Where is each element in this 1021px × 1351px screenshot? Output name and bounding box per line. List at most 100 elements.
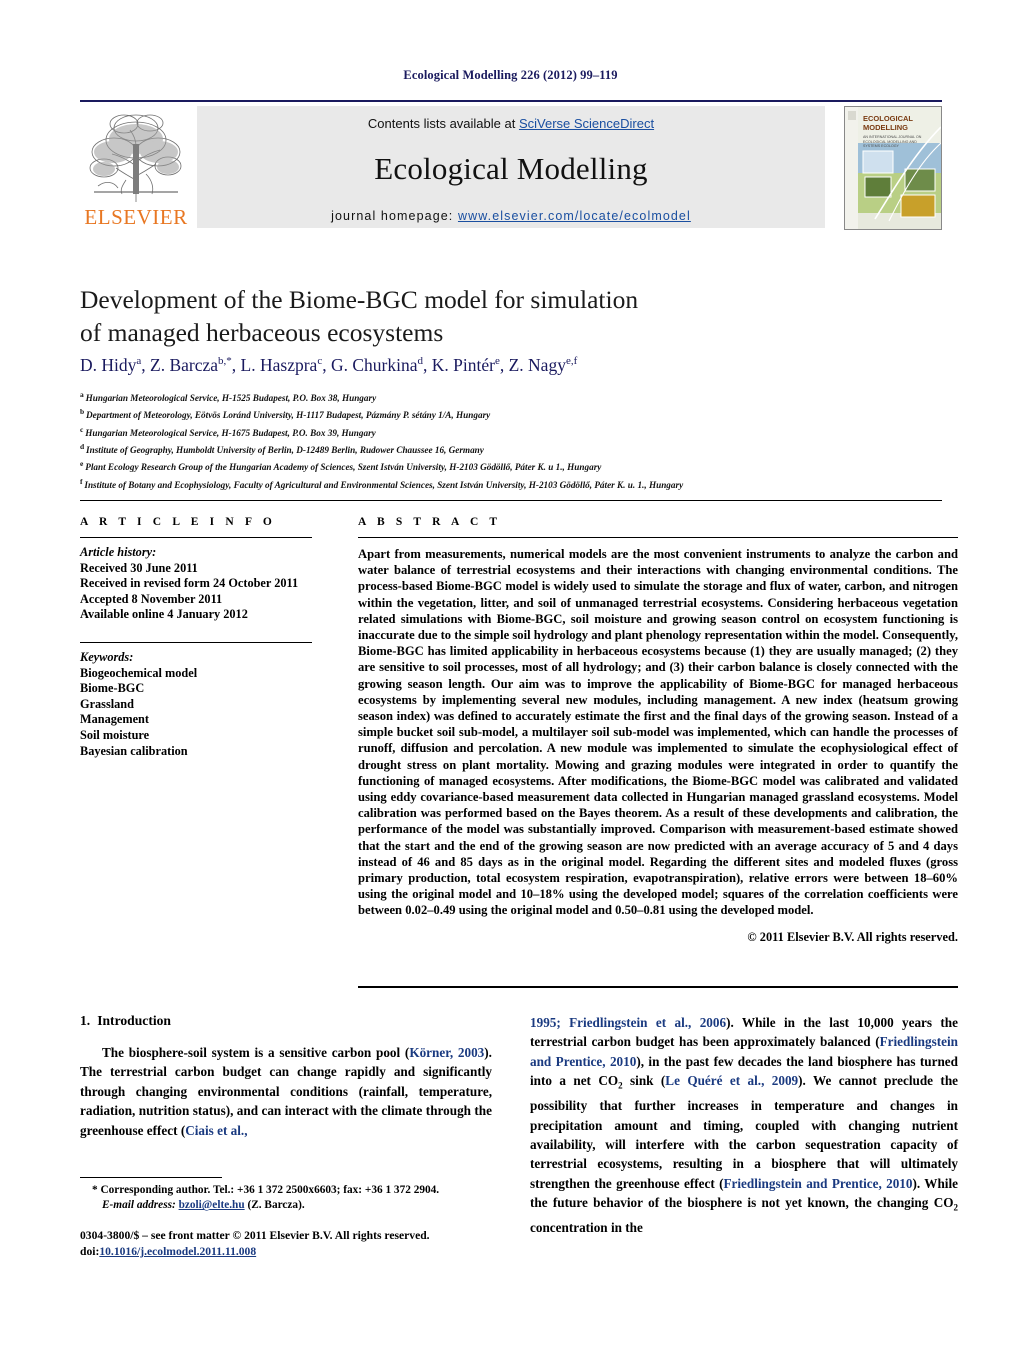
author-name: G. Churkina: [330, 355, 418, 375]
author-name: Z. Barcza: [150, 355, 219, 375]
author-name: L. Haszpra: [240, 355, 318, 375]
article-history: Article history: Received 30 June 2011 Re…: [80, 545, 312, 623]
email-owner: (Z. Barcza).: [247, 1199, 305, 1212]
affiliation-text: Institute of Geography, Humboldt Univers…: [86, 445, 484, 456]
author-1[interactable]: D. Hidya: [80, 355, 141, 375]
doi-line: doi:10.1016/j.ecolmodel.2011.11.008: [80, 1244, 520, 1260]
abstract-rule: [358, 537, 958, 538]
article-info-rule-1: [80, 537, 312, 538]
article-history-item: Received in revised form 24 October 2011: [80, 576, 299, 591]
co2-subscript-2: 2: [953, 1202, 959, 1213]
affiliation-a: a Hungarian Meteorological Service, H-15…: [80, 388, 960, 405]
journal-banner: ELSEVIER Contents lists available at Sci…: [80, 104, 942, 230]
author-2[interactable]: Z. Barczab,*: [150, 355, 232, 375]
author-name: Z. Nagy: [508, 355, 566, 375]
author-affiliation-marker: b,*: [218, 355, 232, 368]
author-name: D. Hidy: [80, 355, 137, 375]
homepage-prefix: journal homepage:: [331, 209, 458, 223]
body-column-left: 1. Introduction The biosphere-soil system…: [80, 1013, 492, 1140]
abstract-block: A B S T R A C T Apart from measurements,…: [358, 516, 958, 945]
citation-friedlingstein-2006[interactable]: 1995; Friedlingstein et al., 2006: [530, 1015, 726, 1030]
contents-available-line: Contents lists available at SciVerse Sci…: [368, 116, 654, 131]
intro-text-1: The biosphere-soil system is a sensitive…: [102, 1045, 410, 1060]
elsevier-logo: ELSEVIER: [80, 106, 192, 230]
paper-page: Ecological Modelling 226 (2012) 99–119 E…: [0, 0, 1021, 1351]
citation-korner-2003[interactable]: Körner, 2003: [409, 1045, 484, 1060]
affiliation-b: b Department of Meteorology, Eötvös Lorá…: [80, 405, 960, 422]
intro-paragraph-right: 1995; Friedlingstein et al., 2006). Whil…: [530, 1013, 958, 1238]
cover-subtitle: AN INTERNATIONAL JOURNAL ON ECOLOGICAL M…: [863, 135, 922, 149]
banner-top-rule: [80, 100, 942, 102]
banner-center: Contents lists available at SciVerse Sci…: [197, 106, 825, 228]
citation-friedlingstein-prentice-2010b[interactable]: Friedlingstein and Prentice, 2010: [723, 1176, 912, 1191]
doi-link[interactable]: 10.1016/j.ecolmodel.2011.11.008: [99, 1245, 256, 1258]
article-info-block: A R T I C L E I N F O Article history: R…: [80, 516, 312, 759]
issn-line: 0304-3800/$ – see front matter © 2011 El…: [80, 1229, 430, 1242]
section-number: 1.: [80, 1013, 91, 1028]
abstract-copyright: © 2011 Elsevier B.V. All rights reserved…: [747, 929, 958, 944]
article-history-label: Article history:: [80, 545, 157, 559]
keyword-item: Grassland: [80, 696, 134, 711]
author-3[interactable]: L. Haszprac: [241, 355, 323, 375]
affiliation-e: e Plant Ecology Research Group of the Hu…: [80, 457, 960, 474]
citation-le-quere-2009[interactable]: Le Quéré et al., 2009: [665, 1073, 798, 1088]
journal-homepage-link[interactable]: www.elsevier.com/locate/ecolmodel: [458, 209, 691, 223]
article-history-item: Received 30 June 2011: [80, 560, 198, 575]
citation-ciais[interactable]: Ciais et al.,: [185, 1123, 247, 1138]
email-label: E-mail address:: [102, 1199, 176, 1212]
corresponding-text: Corresponding author. Tel.: +36 1 372 25…: [100, 1184, 440, 1196]
page-title: Development of the Biome-BGC model for s…: [80, 283, 780, 349]
abstract-text: Apart from measurements, numerical model…: [358, 547, 958, 918]
footnote-rule: [80, 1177, 222, 1178]
article-info-rule-2: [80, 641, 312, 643]
affiliation-f: f Institute of Botany and Ecophysiology,…: [80, 475, 960, 492]
intro-paragraph-left: The biosphere-soil system is a sensitive…: [80, 1043, 492, 1140]
article-history-item: Accepted 8 November 2011: [80, 591, 223, 606]
keyword-items: Biogeochemical model Biome-BGC Grassland Ma…: [80, 666, 312, 760]
body-column-right: 1995; Friedlingstein et al., 2006). Whil…: [530, 1013, 958, 1238]
keyword-item: Biogeochemical model: [80, 665, 198, 680]
author-affiliation-marker: e,f: [565, 355, 578, 368]
sciencedirect-link[interactable]: SciVerse ScienceDirect: [519, 116, 654, 131]
author-affiliation-marker: d: [417, 355, 424, 368]
article-history-item: Available online 4 January 2012: [80, 607, 248, 622]
section-heading-introduction: 1. Introduction: [80, 1013, 492, 1029]
contents-prefix: Contents lists available at: [367, 116, 519, 131]
title-line-1: Development of the Biome-BGC model for s…: [80, 285, 639, 314]
author-affiliation-marker: a: [136, 355, 142, 368]
elsevier-wordmark: ELSEVIER: [84, 205, 188, 229]
doi-label: doi:: [80, 1245, 100, 1259]
abstract-heading: A B S T R A C T: [358, 516, 502, 528]
intro-text-6: ). We cannot preclude the possibility th…: [530, 1073, 959, 1191]
section-title: Introduction: [97, 1013, 171, 1028]
keyword-item: Soil moisture: [80, 727, 150, 742]
author-affiliation-marker: c: [317, 355, 323, 368]
email-link[interactable]: bzoli@elte.hu: [179, 1199, 245, 1211]
affiliation-d: d Institute of Geography, Humboldt Unive…: [80, 440, 960, 457]
affiliation-text: Department of Meteorology, Eötvös Loránd…: [86, 410, 491, 421]
cover-title: ECOLOGICAL MODELLING: [863, 114, 913, 132]
info-abstract-top-rule: [80, 500, 942, 501]
author-5[interactable]: K. Pintére: [432, 355, 500, 375]
intro-text-5: sink (: [622, 1073, 666, 1089]
affiliation-text: Institute of Botany and Ecophysiology, F…: [84, 479, 684, 490]
running-head: Ecological Modelling 226 (2012) 99–119: [403, 68, 618, 82]
author-affiliation-marker: e: [494, 355, 500, 368]
corresponding-author-note: * Corresponding author. Tel.: +36 1 372 …: [80, 1183, 492, 1214]
affiliation-list: a Hungarian Meteorological Service, H-15…: [80, 388, 960, 492]
keywords-label: Keywords:: [80, 649, 134, 664]
imprint-block: 0304-3800/$ – see front matter © 2011 El…: [80, 1228, 520, 1261]
title-line-2: of managed herbaceous ecosystems: [80, 318, 444, 347]
elsevier-tree-icon: [89, 114, 182, 202]
keyword-item: Bayesian calibration: [80, 743, 188, 758]
author-name: K. Pintér: [431, 355, 495, 375]
abstract-bottom-rule: [358, 986, 958, 988]
affiliation-text: Hungarian Meteorological Service, H-1675…: [85, 427, 376, 438]
intro-text-8: concentration in the: [530, 1220, 643, 1236]
journal-title: Ecological Modelling: [374, 151, 648, 186]
author-4[interactable]: G. Churkinad: [331, 355, 423, 375]
journal-homepage-line: journal homepage: www.elsevier.com/locat…: [331, 209, 691, 223]
journal-cover-thumbnail: ECOLOGICAL MODELLING AN INTERNATIONAL JO…: [844, 106, 942, 230]
author-6[interactable]: Z. Nagye,f: [509, 355, 578, 375]
article-info-heading: A R T I C L E I N F O: [80, 516, 276, 528]
